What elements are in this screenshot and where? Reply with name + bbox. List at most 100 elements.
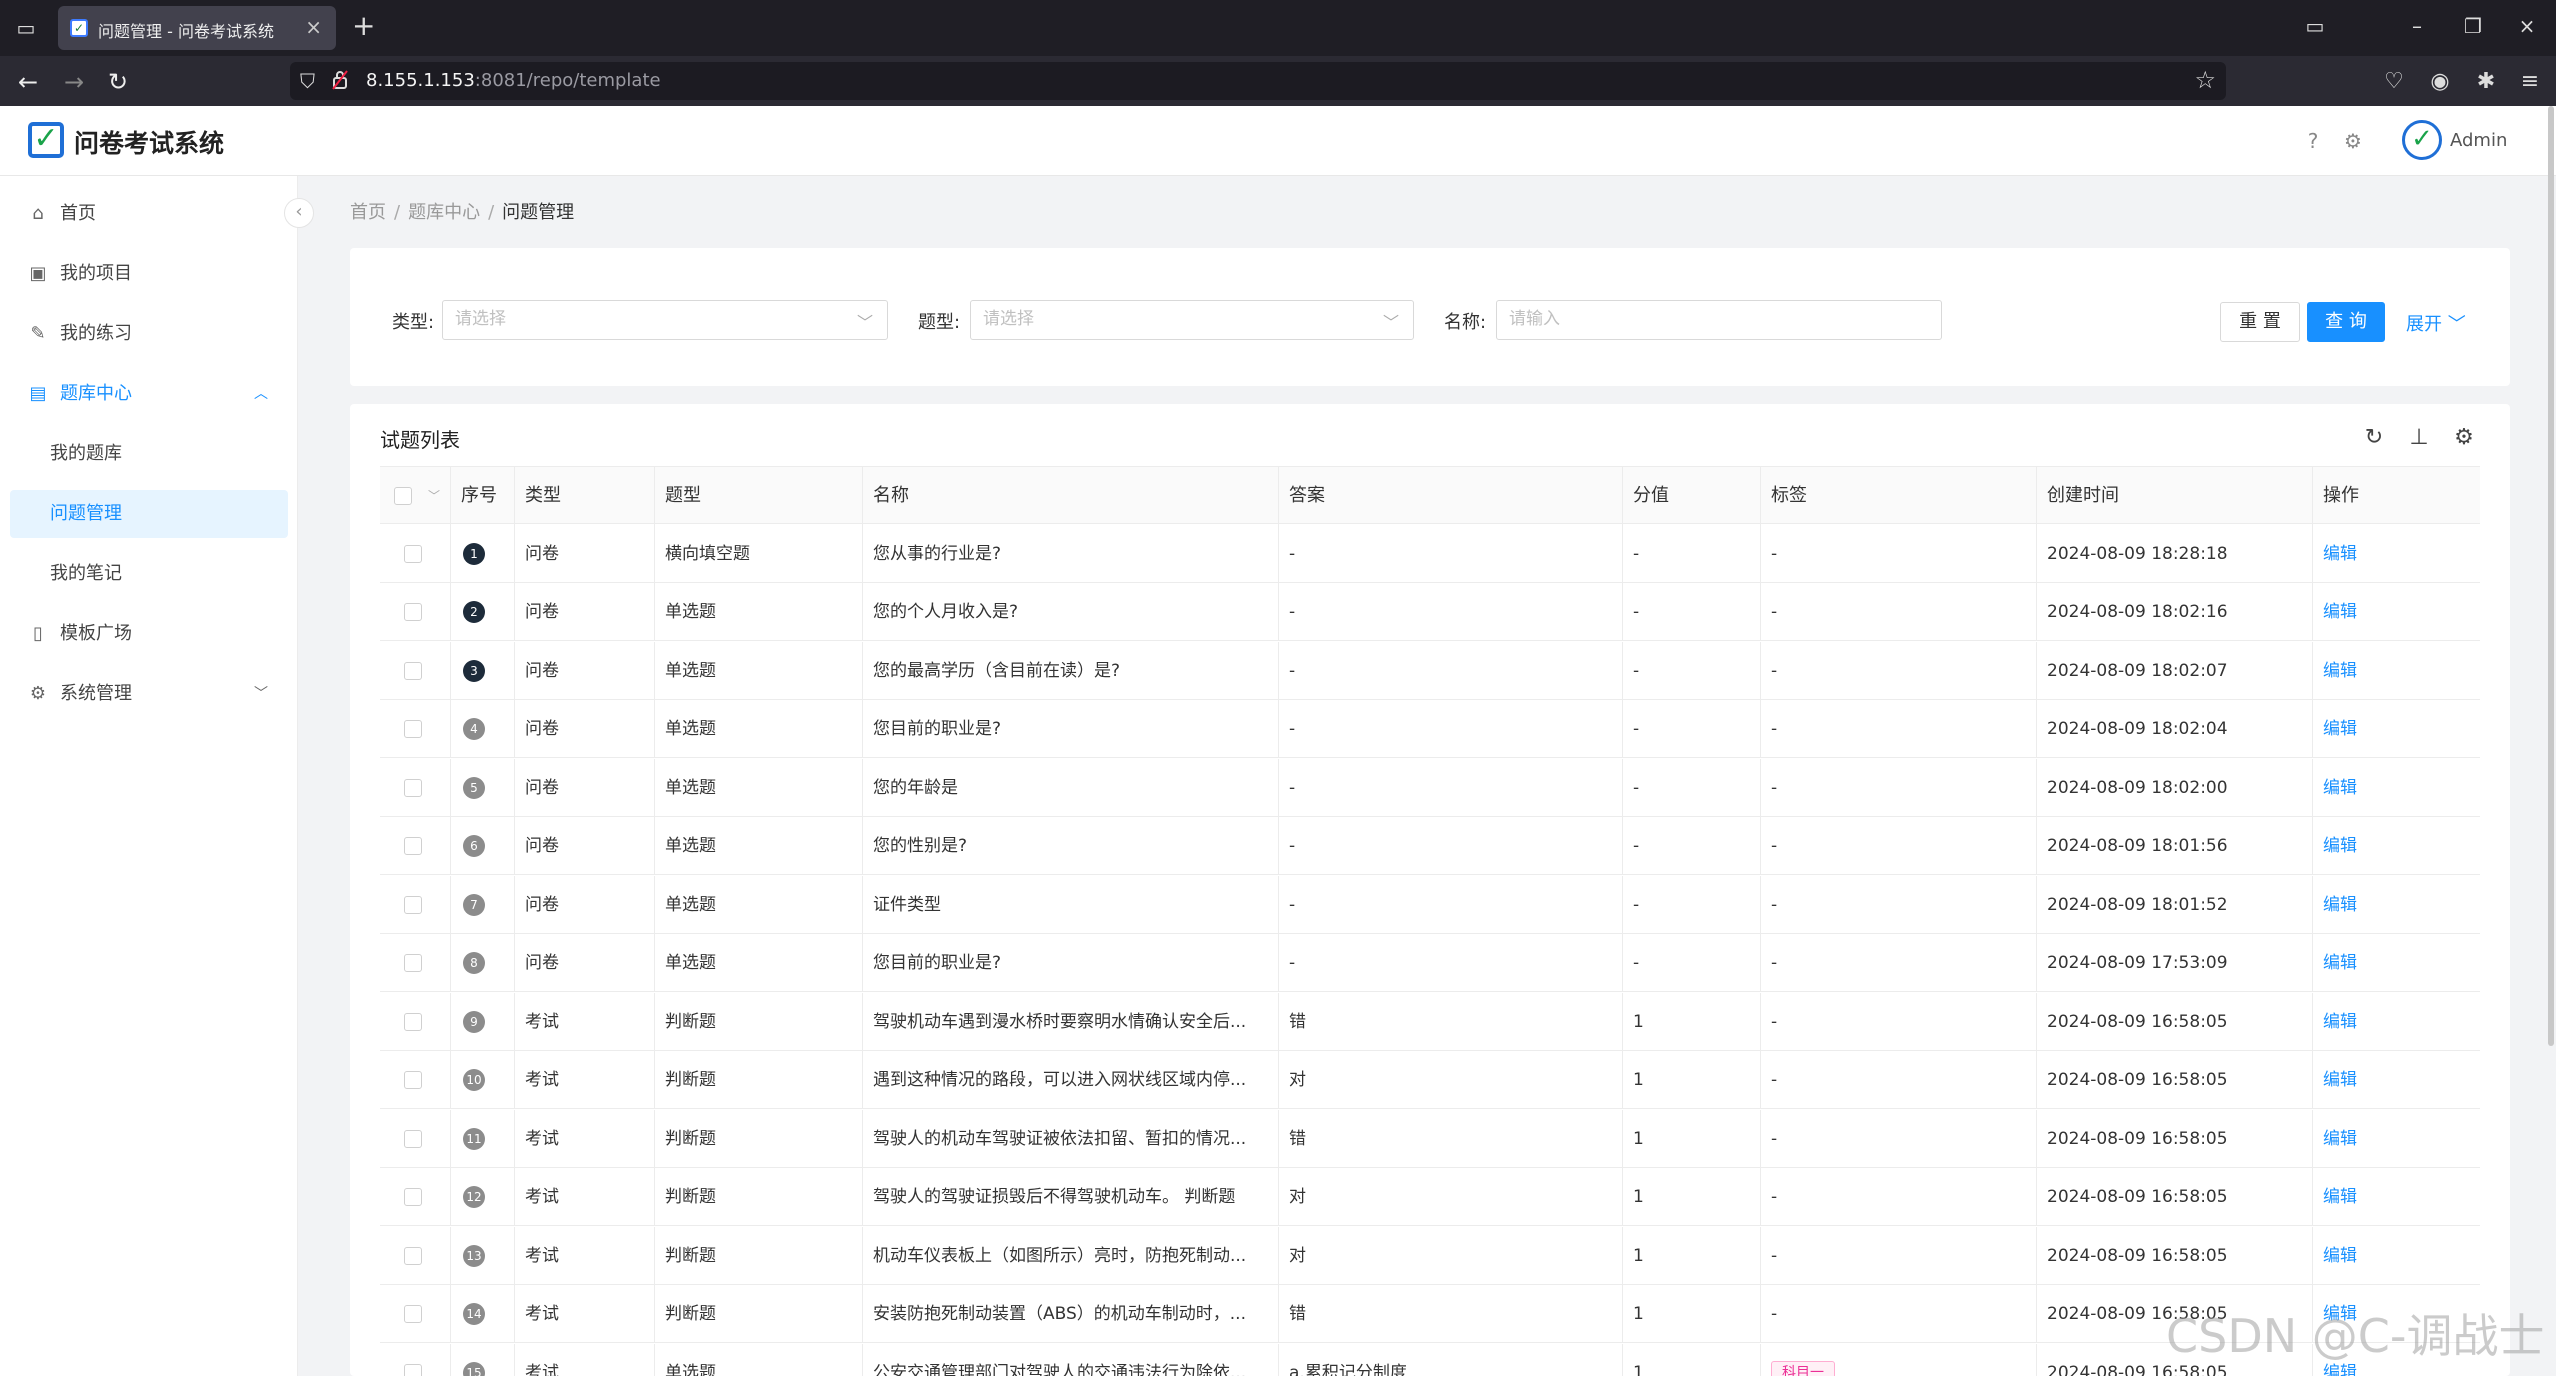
name-input-box[interactable] [1496,300,1942,340]
sidebar-item-system[interactable]: ⚙ 系统管理 ﹀ [10,670,288,718]
edit-link[interactable]: 编辑 [2323,1129,2357,1149]
edit-link[interactable]: 编辑 [2323,836,2357,856]
edit-link[interactable]: 编辑 [2323,719,2357,739]
select-all-checkbox[interactable] [394,487,412,505]
edit-link[interactable]: 编辑 [2323,602,2357,622]
extensions-icon[interactable]: ✱ [2472,68,2500,96]
row-created: 2024-08-09 16:58:05 [2036,993,2312,1051]
query-button[interactable]: 查 询 [2307,302,2385,342]
edit-link[interactable]: 编辑 [2323,1070,2357,1090]
row-action-cell: 编辑 [2312,583,2480,641]
scrollbar-thumb[interactable] [2548,106,2554,1046]
row-checkbox[interactable] [404,779,422,797]
row-checkbox[interactable] [404,662,422,680]
row-checkbox[interactable] [404,603,422,621]
sidebar-item-home[interactable]: ⌂ 首页 [10,190,288,238]
restore-icon[interactable]: ❐ [2458,14,2488,38]
row-name: 公安交通管理部门对驾驶人的交通违法行为除依... [862,1344,1278,1376]
sidebar-item-label: 我的练习 [60,323,132,344]
edit-link[interactable]: 编辑 [2323,1187,2357,1207]
row-checkbox[interactable] [404,1305,422,1323]
type-select[interactable]: ﹀ [442,300,888,340]
row-answer: a.累积记分制度 [1278,1344,1622,1376]
pocket-icon[interactable]: ♡ [2380,68,2408,96]
help-icon[interactable]: ? [2300,128,2326,154]
type-select-input[interactable] [455,309,811,329]
menu-icon[interactable]: ≡ [2516,68,2544,96]
row-checkbox[interactable] [404,1364,422,1376]
user-name[interactable]: Admin [2450,130,2507,151]
edit-link[interactable]: 编辑 [2323,895,2357,915]
shield-icon[interactable]: ⛉ [300,69,315,93]
sidebar-item-templates[interactable]: ▯ 模板广场 [10,610,288,658]
row-qtype: 单选题 [654,934,862,992]
chevron-down-icon: ﹀ [856,313,873,332]
minimize-icon[interactable]: – [2402,14,2432,38]
new-tab-icon[interactable]: + [352,12,375,40]
tab-list-icon[interactable]: ▭ [2300,14,2330,38]
address-bar[interactable]: ⛉ 8.155.1.153:8081/repo/template ☆ [290,62,2226,100]
edit-link[interactable]: 编辑 [2323,544,2357,564]
table-row: 1 问卷 横向填空题 您从事的行业是? - - -2024-08-09 18:28:18 编辑 [380,525,2480,583]
qtype-select-input[interactable] [983,309,1337,329]
row-qtype: 判断题 [654,1110,862,1168]
page-scrollbar[interactable] [2546,106,2556,1046]
row-name: 证件类型 [862,876,1278,934]
row-checkbox[interactable] [404,896,422,914]
sidebar: ⌂ 首页 ▣ 我的项目 ✎ 我的练习 ▤ 题库中心 ︿ 我的题库 问题管理 我的… [0,176,298,1376]
row-tag: - [1760,642,2036,700]
row-action-cell: 编辑 [2312,1168,2480,1226]
reset-button[interactable]: 重 置 [2220,302,2300,342]
row-checkbox[interactable] [404,1130,422,1148]
breadcrumb-question-bank[interactable]: 题库中心 [408,202,480,223]
row-checkbox[interactable] [404,720,422,738]
forward-icon[interactable]: → [60,68,88,96]
row-index-cell: 6 [450,817,514,875]
account-icon[interactable]: ◉ [2426,68,2454,96]
sidebar-collapse-button[interactable]: ‹ [284,198,314,228]
reload-icon[interactable]: ↻ [104,68,132,96]
bookmark-star-icon[interactable]: ☆ [2194,66,2216,94]
sidebar-item-my-bank[interactable]: 我的题库 [10,430,288,478]
settings-icon[interactable]: ⚙ [2340,128,2366,154]
browser-tab[interactable]: ✓ 问题管理 - 问卷考试系统 × [58,6,336,50]
row-select-cell [380,642,450,700]
row-checkbox[interactable] [404,837,422,855]
edit-link[interactable]: 编辑 [2323,778,2357,798]
edit-link[interactable]: 编辑 [2323,661,2357,681]
table-row: 10 考试 判断题 遇到这种情况的路段，可以进入网状线区域内停... 对 1-2024-0… [380,1051,2480,1109]
col-header-name: 名称 [862,467,1278,525]
expand-button[interactable]: 展开 ﹀ [2406,310,2466,336]
edit-link[interactable]: 编辑 [2323,1012,2357,1032]
chevron-down-icon[interactable]: ﹀ [428,467,440,525]
breadcrumb-home[interactable]: 首页 [350,202,386,223]
tab-overview-icon[interactable]: ▭ [14,16,38,40]
row-checkbox[interactable] [404,1188,422,1206]
sidebar-item-practice[interactable]: ✎ 我的练习 [10,310,288,358]
refresh-icon[interactable]: ↻ [2360,424,2388,452]
qtype-select[interactable]: ﹀ [970,300,1414,340]
close-window-icon[interactable]: × [2512,14,2542,38]
lock-icon[interactable] [332,70,348,90]
row-action-cell: 编辑 [2312,1110,2480,1168]
density-icon[interactable]: ⊥ [2405,424,2433,452]
row-checkbox[interactable] [404,954,422,972]
row-checkbox[interactable] [404,1247,422,1265]
sidebar-item-question-manage[interactable]: 问题管理 [10,490,288,538]
sidebar-item-question-bank[interactable]: ▤ 题库中心 ︿ [10,370,288,418]
sidebar-item-projects[interactable]: ▣ 我的项目 [10,250,288,298]
row-checkbox[interactable] [404,1071,422,1089]
back-icon[interactable]: ← [14,68,42,96]
name-input[interactable] [1509,309,1865,329]
row-checkbox[interactable] [404,545,422,563]
close-tab-icon[interactable]: × [305,15,322,39]
row-checkbox[interactable] [404,1013,422,1031]
sidebar-item-notes[interactable]: 我的笔记 [10,550,288,598]
table-row: 6 问卷 单选题 您的性别是? - - -2024-08-09 18:01:56 编辑 [380,817,2480,875]
row-created: 2024-08-09 16:58:05 [2036,1051,2312,1109]
column-settings-icon[interactable]: ⚙ [2450,424,2478,452]
avatar[interactable]: ✓ [2402,120,2442,160]
edit-link[interactable]: 编辑 [2323,1246,2357,1266]
edit-link[interactable]: 编辑 [2323,953,2357,973]
table-row: 4 问卷 单选题 您目前的职业是? - - -2024-08-09 18:02:04 编辑 [380,700,2480,758]
